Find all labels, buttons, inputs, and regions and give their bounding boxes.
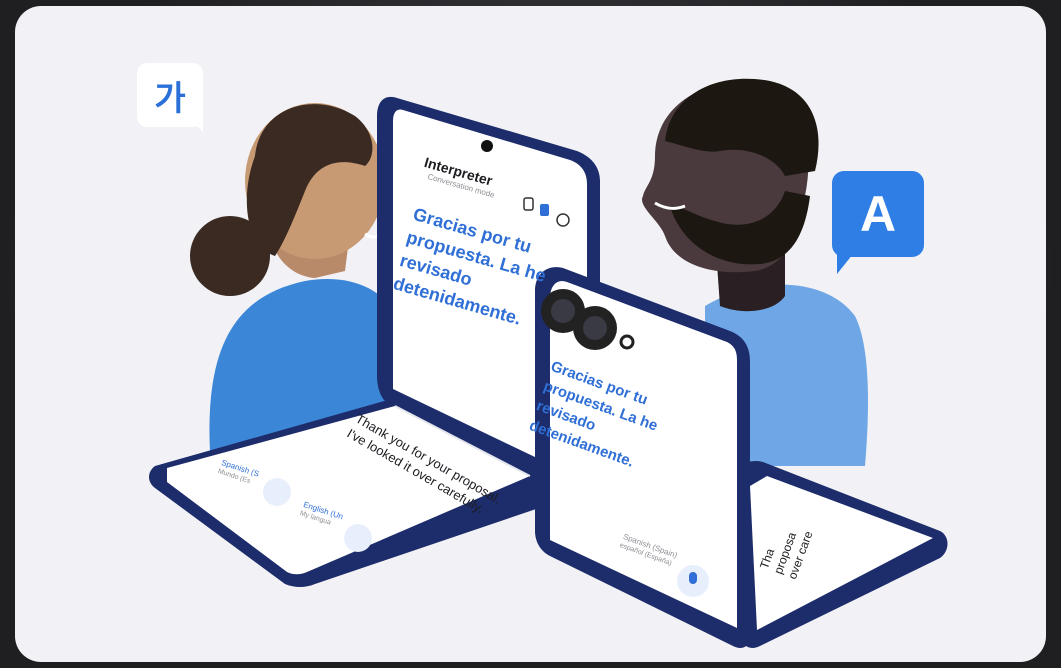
illustration-card: 가 A Interpreter Conversation mode Gracia… [15,6,1046,662]
woman-illustration [190,103,395,451]
